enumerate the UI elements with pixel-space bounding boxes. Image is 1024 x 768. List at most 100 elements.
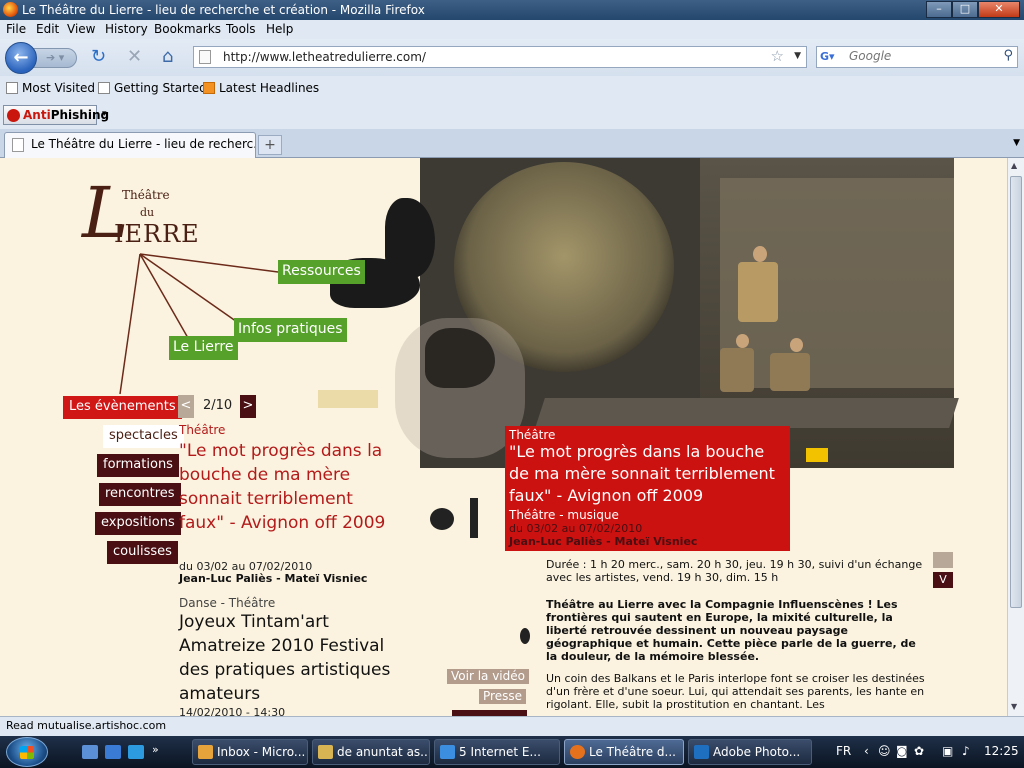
menu-formations[interactable]: formations [97, 454, 179, 477]
forward-button[interactable]: ➔ ▾ [33, 48, 77, 68]
hero-actor-head [753, 246, 767, 262]
ink-splash [318, 390, 378, 408]
nav-ressources[interactable]: Ressources [278, 260, 365, 284]
menu-rencontres[interactable]: rencontres [99, 483, 181, 506]
ie-icon[interactable] [128, 745, 144, 759]
event-title-link[interactable]: "Le mot progrès dans la bouche de ma mèr… [179, 439, 389, 535]
event-intro: Théâtre au Lierre avec la Compagnie Infl… [546, 598, 916, 663]
featured-event-box[interactable]: Théâtre "Le mot progrès dans la bouche d… [505, 426, 790, 551]
messenger-icon[interactable]: ☺ [878, 744, 891, 758]
start-button[interactable] [6, 737, 48, 767]
tray-expand-icon[interactable]: ‹ [864, 744, 869, 758]
minimize-button[interactable]: – [926, 1, 952, 18]
clock[interactable]: 12:25 [984, 744, 1019, 758]
network-icon[interactable]: ▣ [942, 744, 953, 758]
menu-spectacles[interactable]: spectacles [103, 425, 184, 448]
task-folder[interactable]: de anuntat as... [312, 739, 430, 765]
featured-subtitle: Théâtre - musique [509, 508, 619, 522]
folder-icon [318, 745, 333, 759]
tab-label: Le Théâtre du Lierre - lieu de recherc..… [31, 137, 256, 151]
system-tray: FR ‹ ☺ ◙ ✿ ▣ ♪ 12:25 [830, 736, 1024, 768]
task-inbox[interactable]: Inbox - Micro... [192, 739, 308, 765]
event-duration: Durée : 1 h 20 merc., sam. 20 h 30, jeu.… [546, 558, 923, 584]
pager-next-button[interactable]: > [240, 395, 256, 418]
logo-text-du: du [140, 206, 155, 219]
menu-help[interactable]: Help [266, 22, 293, 36]
featured-category: Théâtre [509, 428, 556, 442]
back-button[interactable]: ← [5, 42, 37, 74]
featured-authors: Jean-Luc Paliès - Mateï Visniec [509, 535, 698, 548]
page-scrollbar[interactable]: ▲ ▼ [1007, 158, 1024, 716]
nav-le-lierre[interactable]: Le Lierre [169, 336, 238, 360]
stop-icon[interactable]: ✕ [127, 48, 142, 66]
tray-app-icon[interactable]: ◙ [896, 744, 908, 758]
logo-text-theatre: Théâtre [122, 188, 170, 202]
hero-actor-head [736, 334, 749, 348]
search-input[interactable] [849, 49, 989, 63]
language-indicator[interactable]: FR [836, 744, 851, 758]
scroll-down-button[interactable]: V [933, 572, 953, 588]
scroll-down-arrow-icon[interactable]: ▼ [1011, 702, 1017, 711]
watch-video-button[interactable]: Voir la vidéo [447, 669, 529, 684]
address-bar[interactable]: http://www.letheatredulierre.com/ ☆ ▼ [193, 46, 807, 68]
outlook-icon[interactable] [105, 745, 121, 759]
menu-coulisses[interactable]: coulisses [107, 541, 178, 564]
press-button[interactable]: Presse [479, 689, 526, 704]
page-icon [98, 82, 110, 94]
new-tab-button[interactable]: + [258, 135, 282, 155]
reload-icon[interactable]: ↻ [91, 48, 106, 66]
toolbar-overflow-icon[interactable]: ▾ [102, 109, 107, 119]
tab-list-icon[interactable]: ▼ [1013, 138, 1020, 148]
scroll-up-arrow-icon[interactable]: ▲ [1011, 161, 1017, 170]
menu-les-evenements[interactable]: Les évènements [63, 396, 182, 419]
status-text: Read mutualise.artishoc.com [6, 719, 167, 732]
menu-bookmarks[interactable]: Bookmarks [154, 22, 221, 36]
menu-tools[interactable]: Tools [226, 22, 256, 36]
event-title-link[interactable]: Joyeux Tintam'art Amatreize 2010 Festiva… [179, 610, 394, 706]
maximize-button[interactable]: □ [952, 1, 978, 18]
task-photoshop[interactable]: Adobe Photo... [688, 739, 812, 765]
show-desktop-icon[interactable] [82, 745, 98, 759]
menu-expositions[interactable]: expositions [95, 512, 181, 535]
window-title: Le Théâtre du Lierre - lieu de recherche… [22, 3, 425, 17]
featured-dates: du 03/02 au 07/02/2010 [509, 522, 643, 535]
close-button[interactable]: ✕ [978, 1, 1020, 18]
url-text[interactable]: http://www.letheatredulierre.com/ [223, 50, 426, 64]
home-icon[interactable]: ⌂ [162, 48, 173, 66]
scrollbar-thumb[interactable] [1010, 176, 1022, 608]
bookmark-most-visited[interactable]: Most Visited [6, 81, 95, 95]
event-description: Un coin des Balkans et le Paris interlop… [546, 672, 925, 711]
outlook-task-icon [198, 745, 213, 759]
hero-actor-head [790, 338, 803, 352]
google-icon[interactable]: G▾ [820, 50, 836, 64]
quicklaunch-more-icon[interactable]: » [152, 743, 162, 757]
photoshop-icon [694, 745, 709, 759]
volume-icon[interactable]: ♪ [962, 744, 970, 758]
menu-view[interactable]: View [67, 22, 95, 36]
menu-edit[interactable]: Edit [36, 22, 59, 36]
page-viewport: L Théâtre du IERRE Ressources Infos prat… [0, 158, 1007, 716]
nav-infos-pratiques[interactable]: Infos pratiques [234, 318, 347, 342]
tray-app-icon[interactable]: ✿ [914, 744, 924, 758]
bookmark-latest-headlines[interactable]: Latest Headlines [203, 81, 319, 95]
event-dates: 14/02/2010 - 14:30 [179, 706, 286, 716]
bookmark-getting-started[interactable]: Getting Started [98, 81, 207, 95]
search-icon[interactable]: ⚲ [1003, 48, 1013, 63]
url-dropdown-icon[interactable]: ▼ [794, 51, 801, 61]
scroll-up-button[interactable] [933, 552, 953, 568]
task-firefox[interactable]: Le Théâtre d... [564, 739, 684, 765]
site-logo[interactable]: L Théâtre du IERRE [80, 170, 199, 265]
menu-history[interactable]: History [105, 22, 148, 36]
menu-file[interactable]: File [6, 22, 26, 36]
search-bar[interactable]: G▾ ⚲ [816, 46, 1018, 68]
window-controls: – □ ✕ [926, 1, 1020, 18]
event-authors: Jean-Luc Paliès - Mateï Visniec [179, 572, 368, 585]
bookmark-star-icon[interactable]: ☆ [771, 47, 784, 65]
tab-active[interactable]: Le Théâtre du Lierre - lieu de recherc..… [4, 132, 256, 158]
pager-prev-button[interactable]: < [178, 395, 194, 418]
featured-title[interactable]: "Le mot progrès dans la bouche de ma mèr… [509, 441, 787, 507]
firefox-icon [3, 2, 18, 17]
yellow-mark [806, 448, 828, 462]
antiphishing-button[interactable]: AntiPhishing [3, 105, 109, 125]
task-internet-explorer[interactable]: 5 Internet E... [434, 739, 560, 765]
